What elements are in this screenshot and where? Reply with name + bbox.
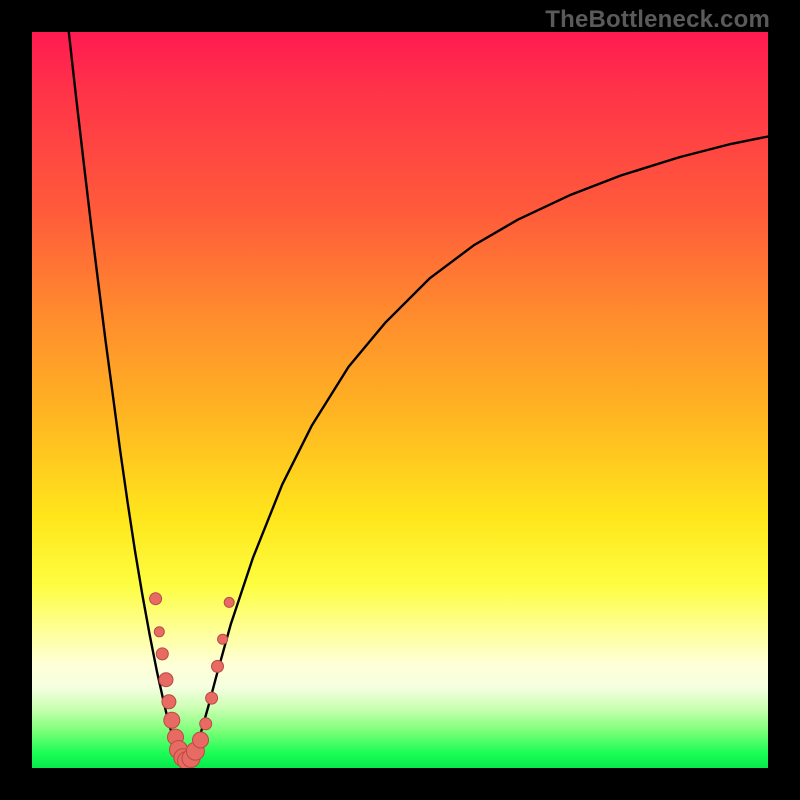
scatter-point xyxy=(162,695,176,709)
scatter-point xyxy=(206,692,218,704)
scatter-point xyxy=(218,634,228,644)
scatter-point xyxy=(159,673,173,687)
chart-frame: TheBottleneck.com xyxy=(0,0,800,800)
scatter-point xyxy=(164,712,180,728)
scatter-point xyxy=(150,593,162,605)
scatter-point xyxy=(200,718,212,730)
scatter-point xyxy=(212,660,224,672)
plot-area xyxy=(32,32,768,768)
scatter-point xyxy=(154,627,164,637)
scatter-points-group xyxy=(150,593,235,768)
scatter-point xyxy=(224,597,234,607)
watermark-text: TheBottleneck.com xyxy=(545,6,770,34)
chart-svg xyxy=(32,32,768,768)
scatter-point xyxy=(156,648,168,660)
bottleneck-curve xyxy=(69,32,768,761)
scatter-point xyxy=(193,732,209,748)
